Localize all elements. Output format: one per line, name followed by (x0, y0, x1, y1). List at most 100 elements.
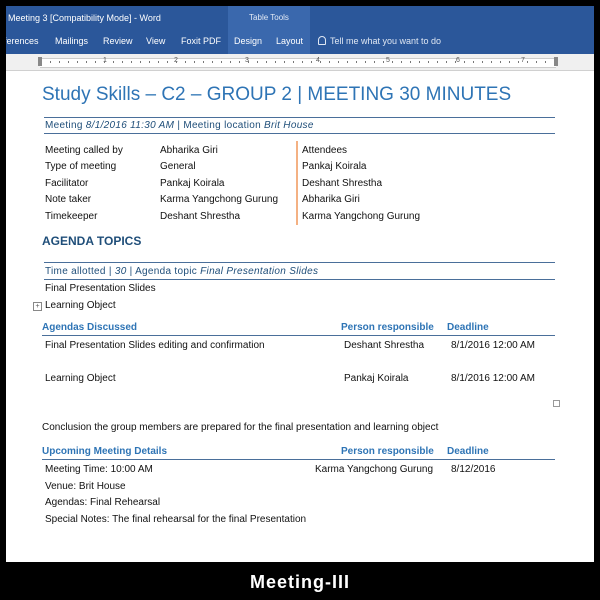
ruler-tick (545, 61, 546, 63)
ruler-tick (473, 61, 474, 63)
ruler-tick (131, 61, 132, 63)
ruler-tick (77, 61, 78, 63)
document-page[interactable]: Study Skills – C2 – GROUP 2 | MEETING 30… (6, 71, 594, 562)
info-label: Timekeeper (45, 211, 98, 222)
upcoming-time: Meeting Time: 10:00 AM (45, 464, 153, 475)
table-tools-label: Table Tools (249, 13, 289, 22)
ruler-tick (464, 61, 465, 63)
info-label: Note taker (45, 194, 92, 205)
upcoming-header-rule (42, 459, 555, 460)
time-prefix: Time allotted | (45, 266, 115, 277)
table-row-item: Final Presentation Slides editing and co… (45, 340, 265, 351)
ruler-tick (86, 61, 87, 63)
attendee: Deshant Shrestha (302, 178, 383, 189)
ruler-tick (428, 61, 429, 63)
ruler-tick (437, 61, 438, 63)
ruler-tick (149, 61, 150, 63)
ruler-tick (365, 61, 366, 63)
table-row-item: Learning Object (45, 373, 116, 384)
tab-mailings[interactable]: Mailings (55, 36, 88, 46)
tab-design[interactable]: Design (234, 36, 262, 46)
time-rule (44, 279, 555, 280)
ruler-tick (203, 61, 204, 63)
ruler-tick (275, 61, 276, 63)
ruler-tick (482, 61, 483, 63)
upcoming-header-deadline: Deadline (447, 446, 489, 457)
ruler-tick (311, 61, 312, 63)
discussed-header-agenda: Agendas Discussed (42, 322, 138, 333)
discussed-header-rule (42, 335, 555, 336)
ruler-tick (113, 61, 114, 63)
ruler-tick (356, 61, 357, 63)
ruler-tick (338, 61, 339, 63)
tab-references[interactable]: ferences (6, 36, 39, 46)
ruler-tick (500, 61, 501, 63)
agenda-topic: Final Presentation Slides (200, 266, 319, 277)
attendee: Karma Yangchong Gurung (302, 211, 421, 222)
tab-layout[interactable]: Layout (276, 36, 303, 46)
right-indent-marker[interactable] (554, 57, 558, 66)
info-value: Deshant Shrestha (160, 211, 241, 222)
left-indent-marker[interactable] (38, 57, 42, 66)
ruler-tick (329, 61, 330, 63)
upcoming-header-person: Person responsible (341, 446, 434, 457)
ruler-tick (230, 61, 231, 63)
ruler-tick (446, 61, 447, 63)
ruler-number: 6 (456, 57, 460, 64)
tell-me-text: Tell me what you want to do (330, 36, 442, 46)
meeting-location: Brit House (264, 120, 314, 131)
ruler-tick (239, 61, 240, 63)
ruler-tick (95, 61, 96, 63)
tab-foxit-pdf[interactable]: Foxit PDF (181, 36, 221, 46)
discussed-header-deadline: Deadline (447, 322, 489, 333)
table-row-deadline: 8/1/2016 12:00 AM (451, 340, 535, 351)
ruler-tick (248, 61, 249, 63)
document-title: Study Skills – C2 – GROUP 2 | MEETING 30… (42, 84, 512, 105)
meeting-prefix: Meeting (45, 120, 86, 131)
upcoming-header: Upcoming Meeting Details (42, 446, 168, 457)
horizontal-ruler[interactable]: 1 2 3 4 5 6 7 (6, 54, 594, 71)
ruler-tick (68, 61, 69, 63)
ruler-tick (302, 61, 303, 63)
upcoming-deadline: 8/12/2016 (451, 464, 496, 475)
ruler-tick (536, 61, 537, 63)
topic-line: Learning Object (45, 300, 116, 311)
info-value: Abharika Giri (160, 145, 218, 156)
ruler-tick (293, 61, 294, 63)
tab-view[interactable]: View (146, 36, 165, 46)
tab-review[interactable]: Review (103, 36, 133, 46)
info-label: Type of meeting (45, 161, 117, 172)
ruler-tick (140, 61, 141, 63)
table-row-person: Pankaj Koirala (344, 373, 409, 384)
upcoming-agendas: Agendas: Final Rehearsal (45, 497, 161, 508)
meeting-line: Meeting 8/1/2016 11:30 AM | Meeting loca… (45, 120, 314, 131)
conclusion-text: Conclusion the group members are prepare… (42, 422, 439, 433)
table-resize-handle-icon[interactable] (553, 400, 560, 407)
ruler-tick (59, 61, 60, 63)
table-row-deadline: 8/1/2016 12:00 AM (451, 373, 535, 384)
table-tools-group: Table Tools (228, 6, 310, 54)
tell-me-search[interactable]: Tell me what you want to do (318, 36, 441, 46)
ruler-number: 5 (386, 57, 390, 64)
meeting-sep: | Meeting location (174, 120, 265, 131)
info-label: Meeting called by (45, 145, 123, 156)
ruler-tick (167, 61, 168, 63)
window-title: Meeting 3 [Compatibility Mode] - Word (8, 13, 161, 23)
ruler-tick (176, 61, 177, 63)
ruler-tick (491, 61, 492, 63)
table-move-handle-icon[interactable]: + (33, 302, 42, 311)
ruler-tick (212, 61, 213, 63)
ruler-strip (40, 58, 556, 68)
ruler-tick (104, 61, 105, 63)
ribbon: Meeting 3 [Compatibility Mode] - Word Ta… (6, 6, 594, 54)
ruler-tick (320, 61, 321, 63)
meeting-date: 8/1/2016 11:30 AM (85, 120, 175, 131)
ruler-tick (509, 61, 510, 63)
ruler-tick (158, 61, 159, 63)
attendee: Pankaj Koirala (302, 161, 367, 172)
ruler-tick (185, 61, 186, 63)
ruler-tick (455, 61, 456, 63)
info-value: General (160, 161, 196, 172)
meeting-rule (44, 133, 555, 134)
time-sep: | Agenda topic (126, 266, 201, 277)
